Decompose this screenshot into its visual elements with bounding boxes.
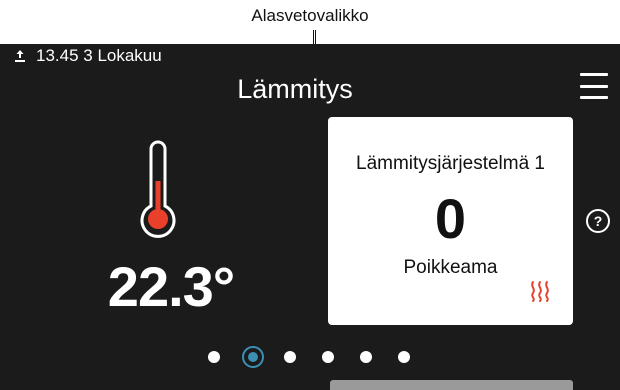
heating-system-card[interactable]: Lämmitysjärjestelmä 1 0 Poikkeama [328,117,573,325]
thermometer-icon [138,135,178,246]
usb-icon [14,49,26,63]
device-screen: 13.45 3 Lokakuu Lämmitys 22.3° Lämmitysj… [0,44,620,390]
question-mark-icon: ? [593,213,603,229]
page-title: Lämmitys [237,74,353,104]
heat-waves-icon [528,279,552,308]
page-dot[interactable] [208,351,220,363]
status-datetime: 13.45 3 Lokakuu [36,46,162,65]
offset-value: 0 [434,187,467,250]
page-dot[interactable] [284,351,296,363]
hamburger-menu-icon[interactable] [580,73,608,99]
page-dot[interactable] [322,351,334,363]
indoor-temperature: 22.3° [107,255,235,318]
page-dot[interactable] [398,351,410,363]
help-button[interactable]: ? [586,209,610,233]
page-dot[interactable] [360,351,372,363]
dropdown-menu-annotation-label: Alasvetovalikko [251,6,369,25]
offset-label: Poikkeama [403,257,498,278]
card-title: Lämmitysjärjestelmä 1 [356,153,545,174]
next-card-edge [330,380,573,390]
page-indicator [208,346,436,368]
status-bar[interactable]: 13.45 3 Lokakuu [14,44,162,68]
page-dot-active[interactable] [242,346,264,368]
